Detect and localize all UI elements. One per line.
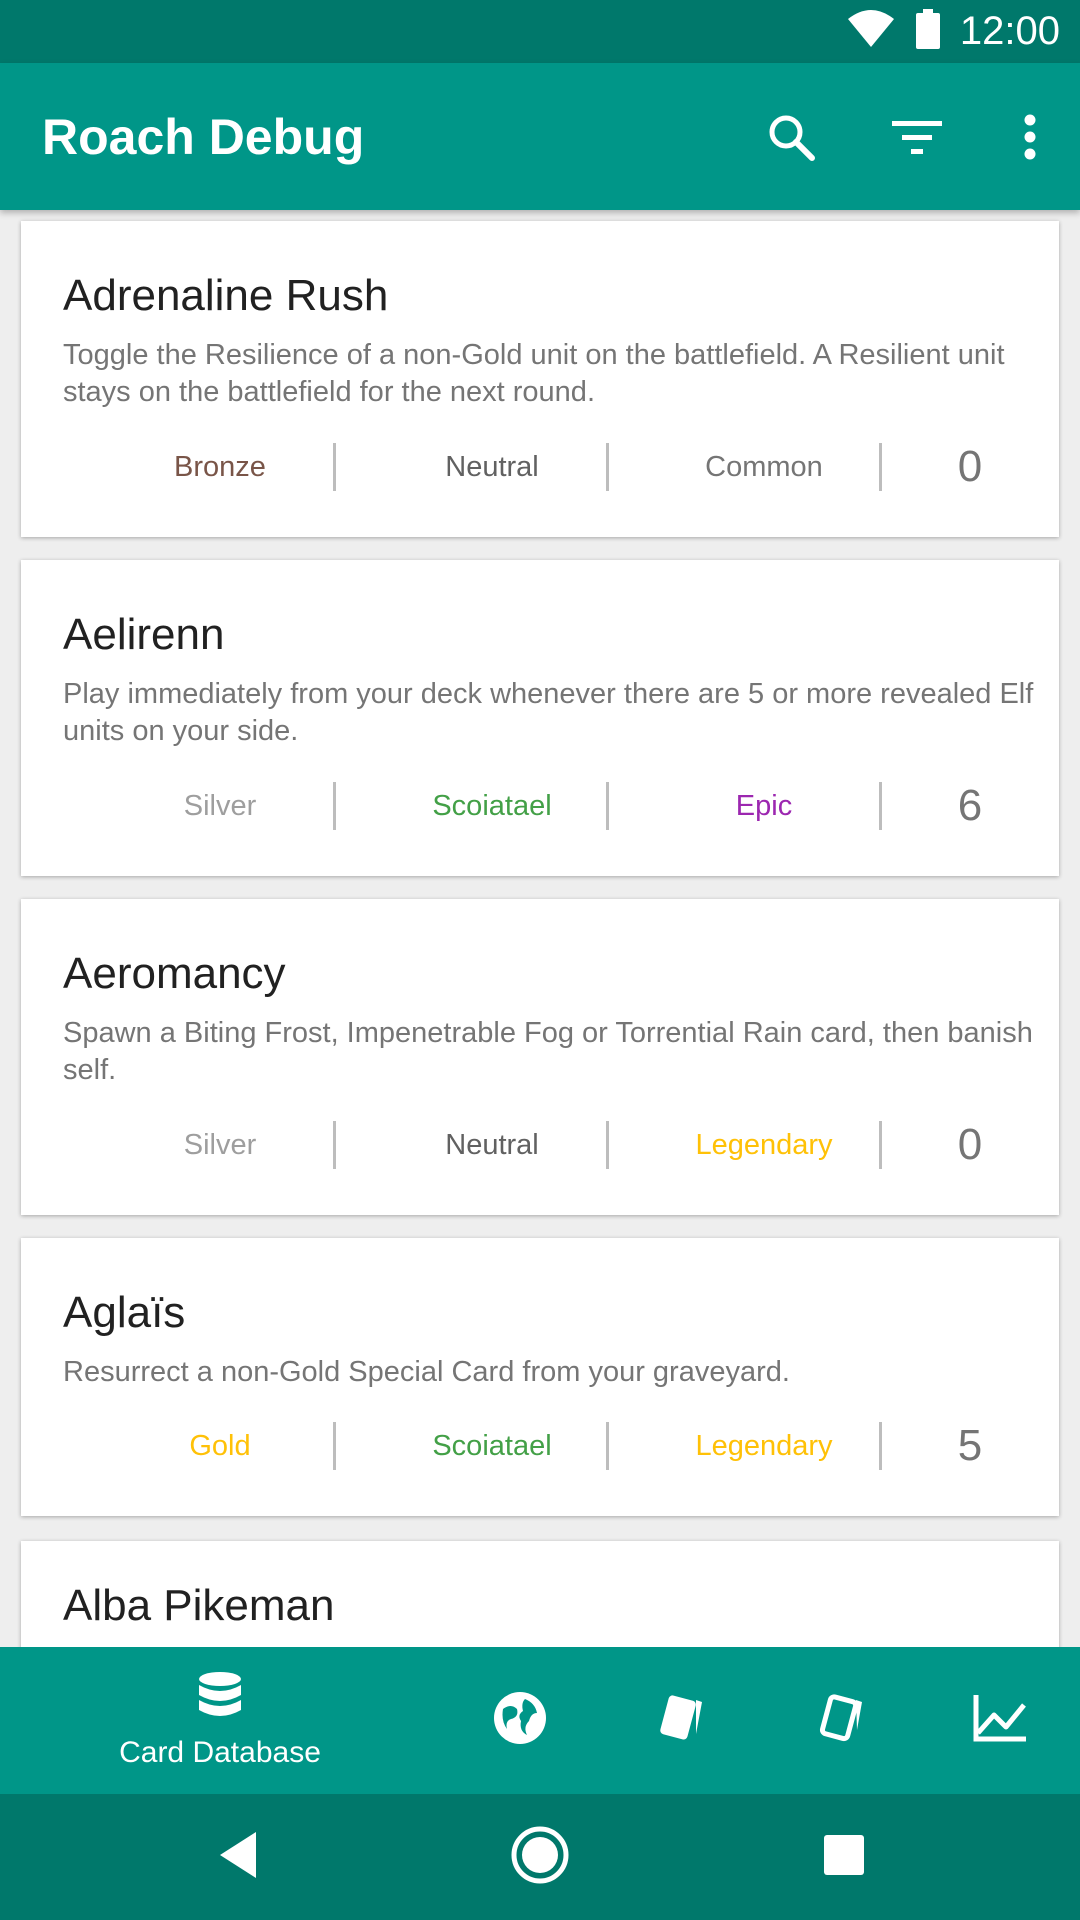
search-icon [766, 112, 816, 162]
divider [879, 1422, 882, 1470]
card-stats: Silver Scoiatael Epic 6 [21, 781, 1059, 830]
card-rarity: Common [705, 450, 823, 483]
divider [879, 782, 882, 830]
card-color: Gold [189, 1429, 251, 1462]
card-faction: Scoiatael [432, 789, 552, 822]
nav-globe[interactable] [460, 1647, 580, 1794]
card-provision: 0 [957, 1120, 983, 1169]
divider [333, 1422, 336, 1470]
back-button[interactable] [158, 1794, 318, 1920]
divider [879, 443, 882, 491]
card-outline-icon [812, 1690, 868, 1751]
divider [333, 443, 336, 491]
divider [606, 1422, 609, 1470]
nav-stats[interactable] [940, 1647, 1060, 1794]
divider [606, 782, 609, 830]
wifi-icon [846, 9, 896, 54]
card-name: Aeromancy [63, 949, 286, 998]
database-icon [197, 1671, 243, 1726]
card-icon [652, 1690, 708, 1751]
card-provision: 0 [957, 442, 983, 491]
card-stats: Gold Scoiatael Legendary 5 [21, 1421, 1059, 1470]
card-name: Adrenaline Rush [63, 271, 389, 320]
card-description: Toggle the Resilience of a non-Gold unit… [63, 339, 1005, 408]
card-color: Bronze [174, 450, 266, 483]
card-stats: Bronze Neutral Common 0 [21, 442, 1059, 491]
card-description: Resurrect a non-Gold Special Card from y… [63, 1356, 790, 1388]
card-faction: Scoiatael [432, 1429, 552, 1462]
nav-card-outline[interactable] [780, 1647, 900, 1794]
recents-icon [823, 1834, 865, 1881]
divider [879, 1121, 882, 1169]
card-item[interactable]: Aeromancy Spawn a Biting Frost, Impenetr… [21, 899, 1059, 1215]
card-name: Aelirenn [63, 610, 225, 659]
divider [606, 1121, 609, 1169]
card-description: Play immediately from your deck whenever… [63, 678, 1034, 747]
app-title: Roach Debug [42, 108, 365, 165]
divider [333, 782, 336, 830]
app-bar: Roach Debug [0, 63, 1080, 210]
card-rarity: Legendary [695, 1429, 833, 1462]
search-button[interactable] [728, 74, 854, 200]
status-bar: 12:00 [0, 0, 1080, 63]
status-time: 12:00 [959, 9, 1060, 53]
battery-icon [914, 9, 942, 54]
globe-icon [493, 1691, 547, 1750]
home-button[interactable] [460, 1794, 620, 1920]
card-color: Silver [183, 1128, 257, 1161]
filter-button[interactable] [854, 74, 980, 200]
card-list[interactable]: Adrenaline Rush Toggle the Resilience of… [0, 210, 1080, 1647]
more-options-button[interactable] [980, 74, 1080, 200]
card-rarity: Epic [735, 789, 793, 822]
system-navigation-bar [0, 1794, 1080, 1920]
back-icon [216, 1830, 260, 1885]
card-faction: Neutral [445, 1128, 539, 1161]
card-stats: Silver Neutral Legendary 0 [21, 1120, 1059, 1169]
card-provision: 5 [957, 1421, 983, 1470]
card-description: Spawn a Biting Frost, Impenetrable Fog o… [63, 1017, 1033, 1086]
nav-label: Card Database [119, 1736, 321, 1769]
card-item[interactable]: Aelirenn Play immediately from your deck… [21, 560, 1059, 876]
home-icon [510, 1825, 570, 1890]
nav-card-database[interactable]: Card Database [100, 1647, 340, 1794]
more-vert-icon [1023, 114, 1037, 160]
card-item[interactable]: Alba Pikeman [21, 1541, 1059, 1647]
chart-icon [972, 1693, 1028, 1748]
card-item[interactable]: Aglaïs Resurrect a non-Gold Special Card… [21, 1238, 1059, 1516]
divider [333, 1121, 336, 1169]
card-item[interactable]: Adrenaline Rush Toggle the Resilience of… [21, 221, 1059, 537]
divider [606, 443, 609, 491]
card-color: Silver [183, 789, 257, 822]
card-name: Aglaïs [63, 1288, 186, 1337]
card-provision: 6 [957, 781, 983, 830]
recents-button[interactable] [764, 1794, 924, 1920]
card-name: Alba Pikeman [63, 1581, 335, 1630]
card-faction: Neutral [445, 450, 539, 483]
filter-icon [892, 117, 942, 157]
nav-cards[interactable] [620, 1647, 740, 1794]
card-rarity: Legendary [695, 1128, 833, 1161]
bottom-navigation: Card Database [0, 1647, 1080, 1794]
